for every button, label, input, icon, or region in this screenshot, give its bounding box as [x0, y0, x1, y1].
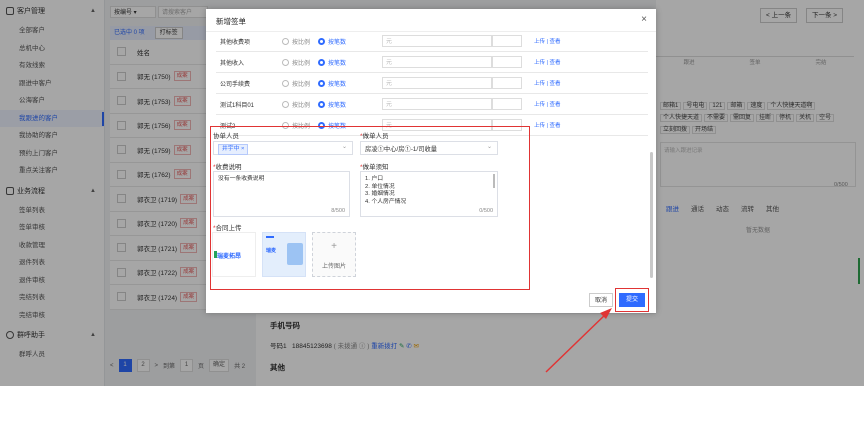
annotation-arrow: [545, 308, 612, 373]
arrow-line: [545, 311, 609, 373]
blank-area: [0, 386, 864, 422]
